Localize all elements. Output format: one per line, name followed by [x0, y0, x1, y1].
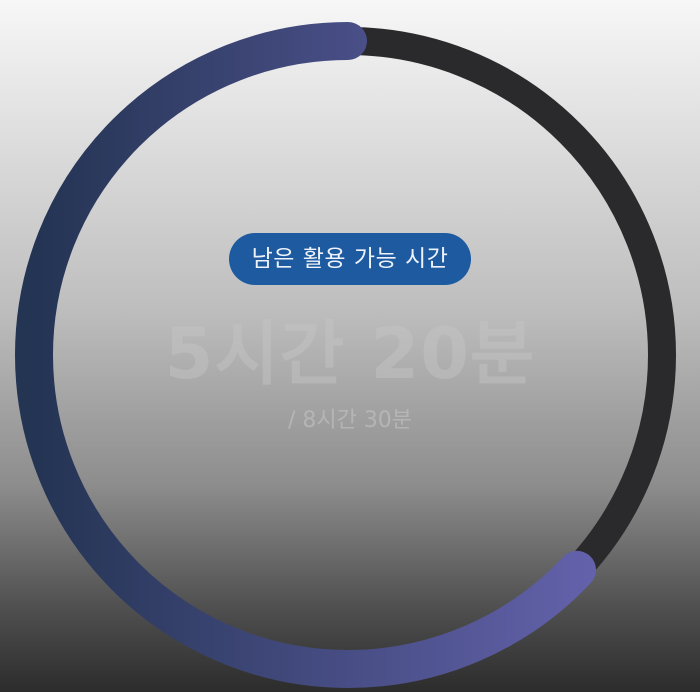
total-time-value: / 8시간 30분: [287, 408, 413, 433]
remaining-time-label: 남은 활용 가능 시간: [229, 233, 471, 285]
remaining-time-value: 5시간 20분: [164, 313, 536, 395]
